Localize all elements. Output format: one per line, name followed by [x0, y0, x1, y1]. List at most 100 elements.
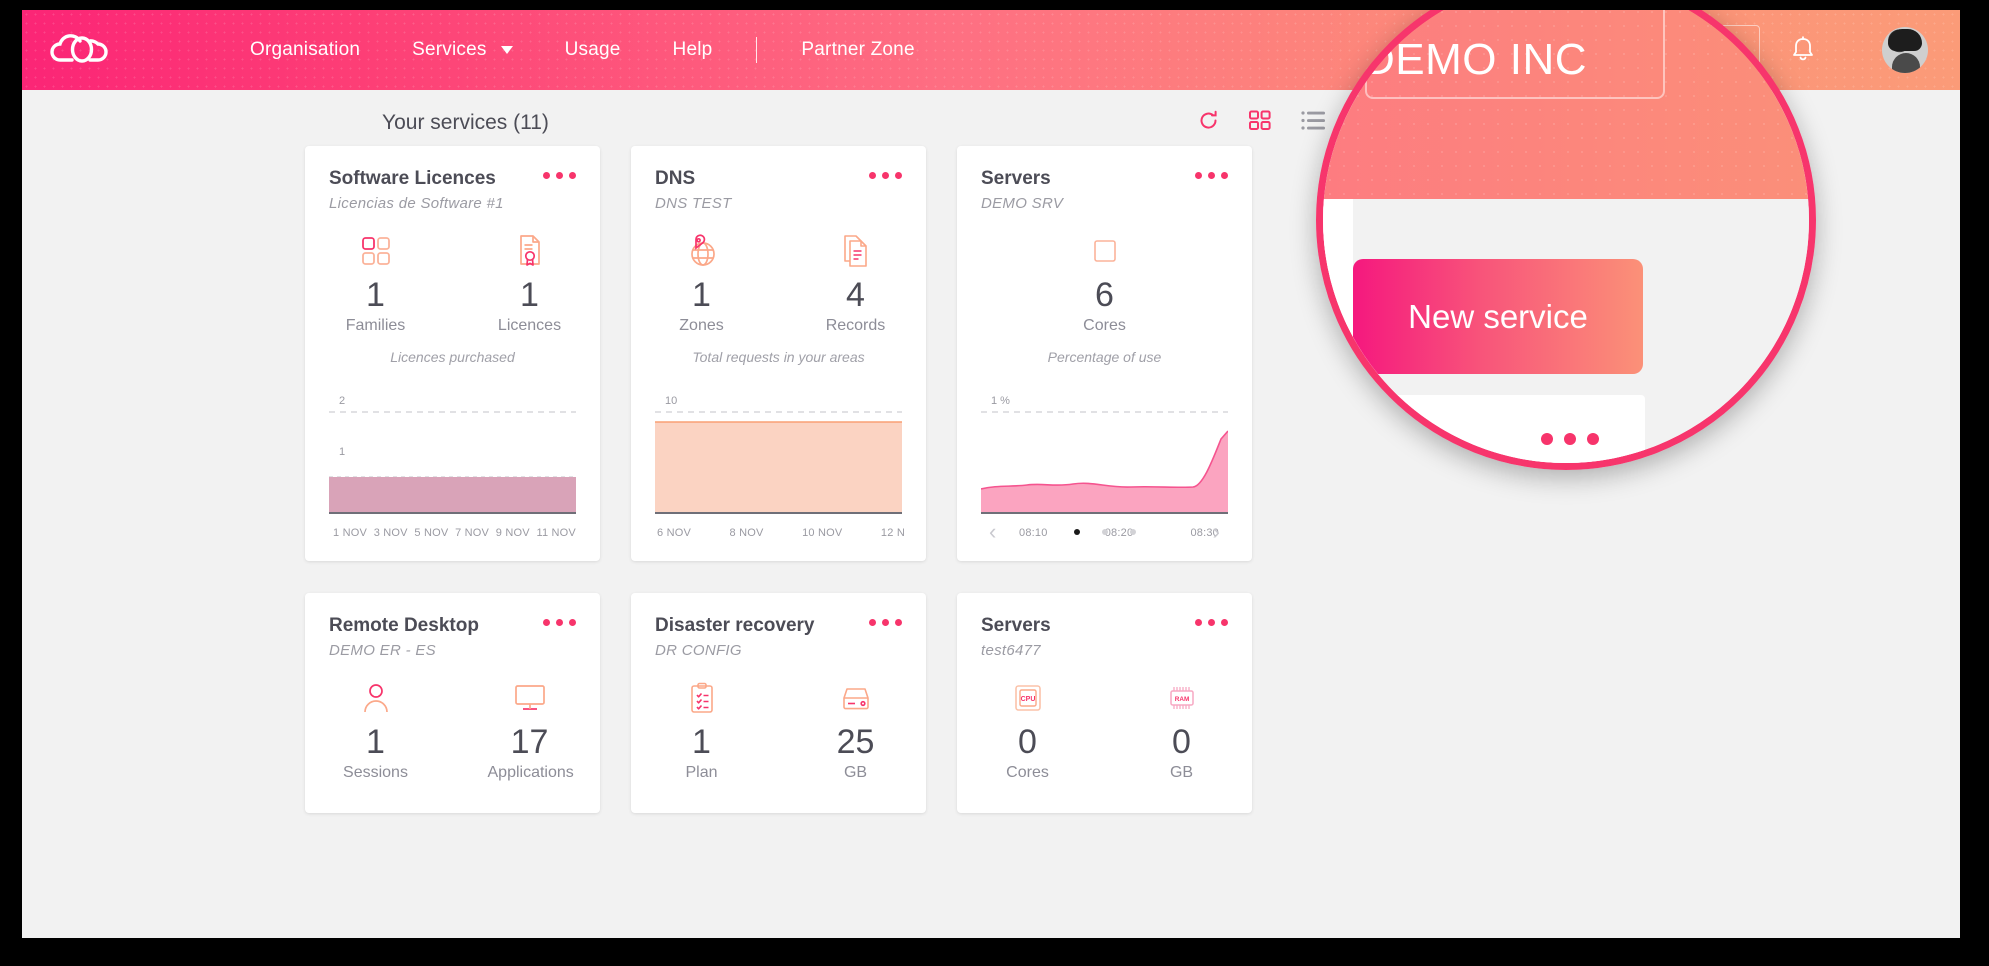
- families-grid-icon: [334, 232, 418, 270]
- pagination-dot[interactable]: [1101, 529, 1108, 535]
- card-caption: Licences purchased: [390, 349, 515, 366]
- avatar[interactable]: [1882, 27, 1928, 73]
- nav-divider: [756, 37, 758, 63]
- card-stats: 1 Plan 25 GB: [655, 679, 902, 782]
- chevron-left-icon[interactable]: ‹: [989, 521, 996, 543]
- stat-label: Families: [345, 317, 406, 335]
- x-tick: 10 NOV: [802, 527, 843, 540]
- x-axis-labels: 6 NOV 8 NOV 10 NOV 12 N: [657, 527, 905, 539]
- more-options-icon[interactable]: [543, 619, 576, 626]
- magnifier-content: Servers DEMO SRV Cores Percentage of u D…: [1323, 10, 1809, 463]
- chart-licences-purchased: 2 1 0 1 NOV 3 NOV 5 NOV 7 NOV 9 NOV: [329, 381, 576, 539]
- stat-value: 1: [692, 723, 711, 761]
- x-tick: 3 NOV: [373, 527, 408, 540]
- stat-value: 1: [692, 276, 711, 314]
- pagination-dot[interactable]: [1073, 529, 1080, 535]
- stat-records: 4 Records: [814, 232, 898, 335]
- monitor-applications-icon: [488, 679, 572, 717]
- svg-text:RAM: RAM: [1174, 696, 1189, 703]
- service-card-servers-demo[interactable]: Servers DEMO SRV 6 Cores Percentage of u…: [957, 146, 1252, 561]
- stat-label: Records: [825, 317, 886, 335]
- stat-value: 17: [510, 723, 549, 761]
- ram-icon: RAM: [1140, 679, 1224, 717]
- app-window: Organisation Services Usage Help Partner…: [22, 10, 1960, 938]
- service-card-disaster-recovery[interactable]: Disaster recovery DR CONFIG 1 Plan 25 GB: [631, 593, 926, 813]
- disk-storage-icon: [814, 679, 898, 717]
- chevron-right-icon[interactable]: ›: [1213, 521, 1220, 543]
- card-subtitle: DNS TEST: [655, 195, 732, 212]
- service-card-software-licences[interactable]: Software Licences Licencias de Software …: [305, 146, 600, 561]
- magnified-card-edge: [1323, 199, 1353, 463]
- pagination-dot[interactable]: [1129, 529, 1136, 535]
- chart-servers-cpu: 1 % 0 % 08:10 08:20 08:30: [981, 381, 1228, 539]
- stat-licences: 1 Licences: [488, 232, 572, 335]
- service-card-servers-test6477[interactable]: Servers test6477 CPU 0 Cores RAM 0 GB: [957, 593, 1252, 813]
- card-title: Software Licences: [329, 168, 496, 189]
- more-options-icon[interactable]: [1195, 172, 1228, 179]
- stat-label: Cores: [1083, 317, 1126, 335]
- card-stats: 1 Families 1 Licences: [329, 232, 576, 335]
- magnified-org-label: DEMO INC: [1363, 35, 1587, 84]
- services-grid: Software Licences Licencias de Software …: [305, 146, 1275, 845]
- nav-item-organisation[interactable]: Organisation: [224, 39, 386, 61]
- stat-sessions: 1 Sessions: [334, 679, 418, 782]
- more-options-icon[interactable]: [869, 619, 902, 626]
- cloud-logo-icon[interactable]: [50, 30, 112, 70]
- stat-cores: CPU 0 Cores: [986, 679, 1070, 782]
- stat-label: Plan: [685, 764, 718, 782]
- new-service-button[interactable]: New service: [1353, 259, 1643, 374]
- x-axis-labels: 1 NOV 3 NOV 5 NOV 7 NOV 9 NOV 11 NOV: [333, 527, 576, 539]
- stat-label: Sessions: [343, 764, 408, 782]
- stat-value: 6: [1095, 276, 1114, 314]
- x-tick: 8 NOV: [729, 527, 764, 540]
- pagination-dots: [1073, 529, 1136, 535]
- nav-item-services[interactable]: Services: [386, 39, 538, 61]
- svg-text:CPU: CPU: [1020, 696, 1035, 703]
- card-caption: Total requests in your areas: [692, 349, 865, 366]
- stat-applications: 17 Applications: [487, 679, 574, 782]
- nav-links: Organisation Services Usage Help Partner…: [224, 37, 941, 63]
- x-tick: 5 NOV: [414, 527, 449, 540]
- card-title: Servers: [981, 168, 1051, 189]
- clipboard-plan-icon: [660, 679, 744, 717]
- cpu-icon: [1063, 232, 1147, 270]
- services-row: Remote Desktop DEMO ER - ES 1 Sessions 1…: [305, 593, 1275, 813]
- more-options-icon[interactable]: [543, 172, 576, 179]
- magnified-org-selector[interactable]: D: [1365, 10, 1665, 99]
- stat-value: 25: [836, 723, 875, 761]
- stat-label: Licences: [497, 317, 562, 335]
- magnified-navbar: D DEMO INC: [1323, 10, 1809, 199]
- card-subtitle: DEMO SRV: [981, 195, 1064, 212]
- magnifier-lens: Servers DEMO SRV Cores Percentage of u D…: [1316, 10, 1816, 470]
- more-options-icon[interactable]: [1195, 619, 1228, 626]
- card-stats: 1 Sessions 17 Applications: [329, 679, 576, 782]
- stat-label: GB: [843, 764, 868, 782]
- nav-item-usage[interactable]: Usage: [539, 39, 647, 61]
- stat-gb: 25 GB: [814, 679, 898, 782]
- view-controls: [1198, 110, 1325, 136]
- nav-item-services-label: Services: [412, 39, 487, 60]
- list-view-icon[interactable]: [1301, 110, 1325, 136]
- stat-label: Applications: [487, 764, 574, 782]
- card-subtitle: DEMO ER - ES: [329, 642, 436, 659]
- page-title: Your services (11): [382, 111, 549, 134]
- stat-plan: 1 Plan: [660, 679, 744, 782]
- x-tick: 9 NOV: [495, 527, 530, 540]
- stat-label: Cores: [1006, 764, 1049, 782]
- nav-item-partner-zone[interactable]: Partner Zone: [775, 39, 940, 61]
- refresh-icon[interactable]: [1198, 110, 1219, 136]
- services-row: Software Licences Licencias de Software …: [305, 146, 1275, 561]
- x-tick: 6 NOV: [657, 527, 692, 540]
- card-subtitle: test6477: [981, 642, 1041, 659]
- stat-value: 1: [366, 276, 385, 314]
- more-options-icon[interactable]: [869, 172, 902, 179]
- magnified-card-area: [1353, 395, 1645, 463]
- grid-view-icon[interactable]: [1249, 110, 1271, 136]
- globe-zone-icon: [660, 232, 744, 270]
- x-tick: 7 NOV: [455, 527, 490, 540]
- stat-value: 1: [366, 723, 385, 761]
- nav-item-help[interactable]: Help: [647, 39, 739, 61]
- service-card-dns[interactable]: DNS DNS TEST 1 Zones 4 Records Total req…: [631, 146, 926, 561]
- service-card-remote-desktop[interactable]: Remote Desktop DEMO ER - ES 1 Sessions 1…: [305, 593, 600, 813]
- magnified-more-options-icon[interactable]: [1541, 433, 1599, 445]
